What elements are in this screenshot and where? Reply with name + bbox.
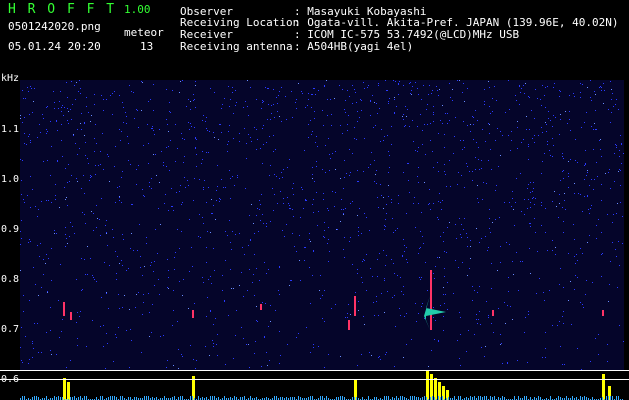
spectrogram-canvas xyxy=(20,80,624,370)
meteor-label: meteor xyxy=(124,26,164,39)
meteor-histogram xyxy=(20,370,624,400)
histogram-canvas xyxy=(20,370,623,400)
location-value: : Ogata-vill. Akita-Pref. JAPAN (139.96E… xyxy=(294,16,619,29)
y-tick-0-7: 0.7 xyxy=(1,324,20,335)
antenna-value: : A504HB(yagi 4el) xyxy=(294,40,414,53)
receiver-label: Receiver xyxy=(180,28,233,41)
antenna-label: Receiving antenna xyxy=(180,40,293,53)
location-label: Receiving Location xyxy=(180,16,300,29)
spectrogram xyxy=(20,80,624,370)
y-axis-unit: kHz xyxy=(1,73,20,84)
y-tick-1-1: 1.1 xyxy=(1,124,20,135)
y-tick-0-9: 0.9 xyxy=(1,224,20,235)
app-version: 1.00 xyxy=(124,3,151,16)
receiver-value: : ICOM IC-575 53.7492(@LCD)MHz USB xyxy=(294,28,520,41)
y-tick-0-8: 0.8 xyxy=(1,274,20,285)
meteor-count: 13 xyxy=(140,40,154,53)
threshold-line-lower xyxy=(0,379,629,380)
y-tick-1-0: 1.0 xyxy=(1,174,20,185)
threshold-line-upper xyxy=(0,370,629,371)
file-name: 0501242020.png xyxy=(8,20,101,33)
app-title: H R O F F T xyxy=(8,2,117,17)
date-time: 05.01.24 20:20 xyxy=(8,40,101,53)
